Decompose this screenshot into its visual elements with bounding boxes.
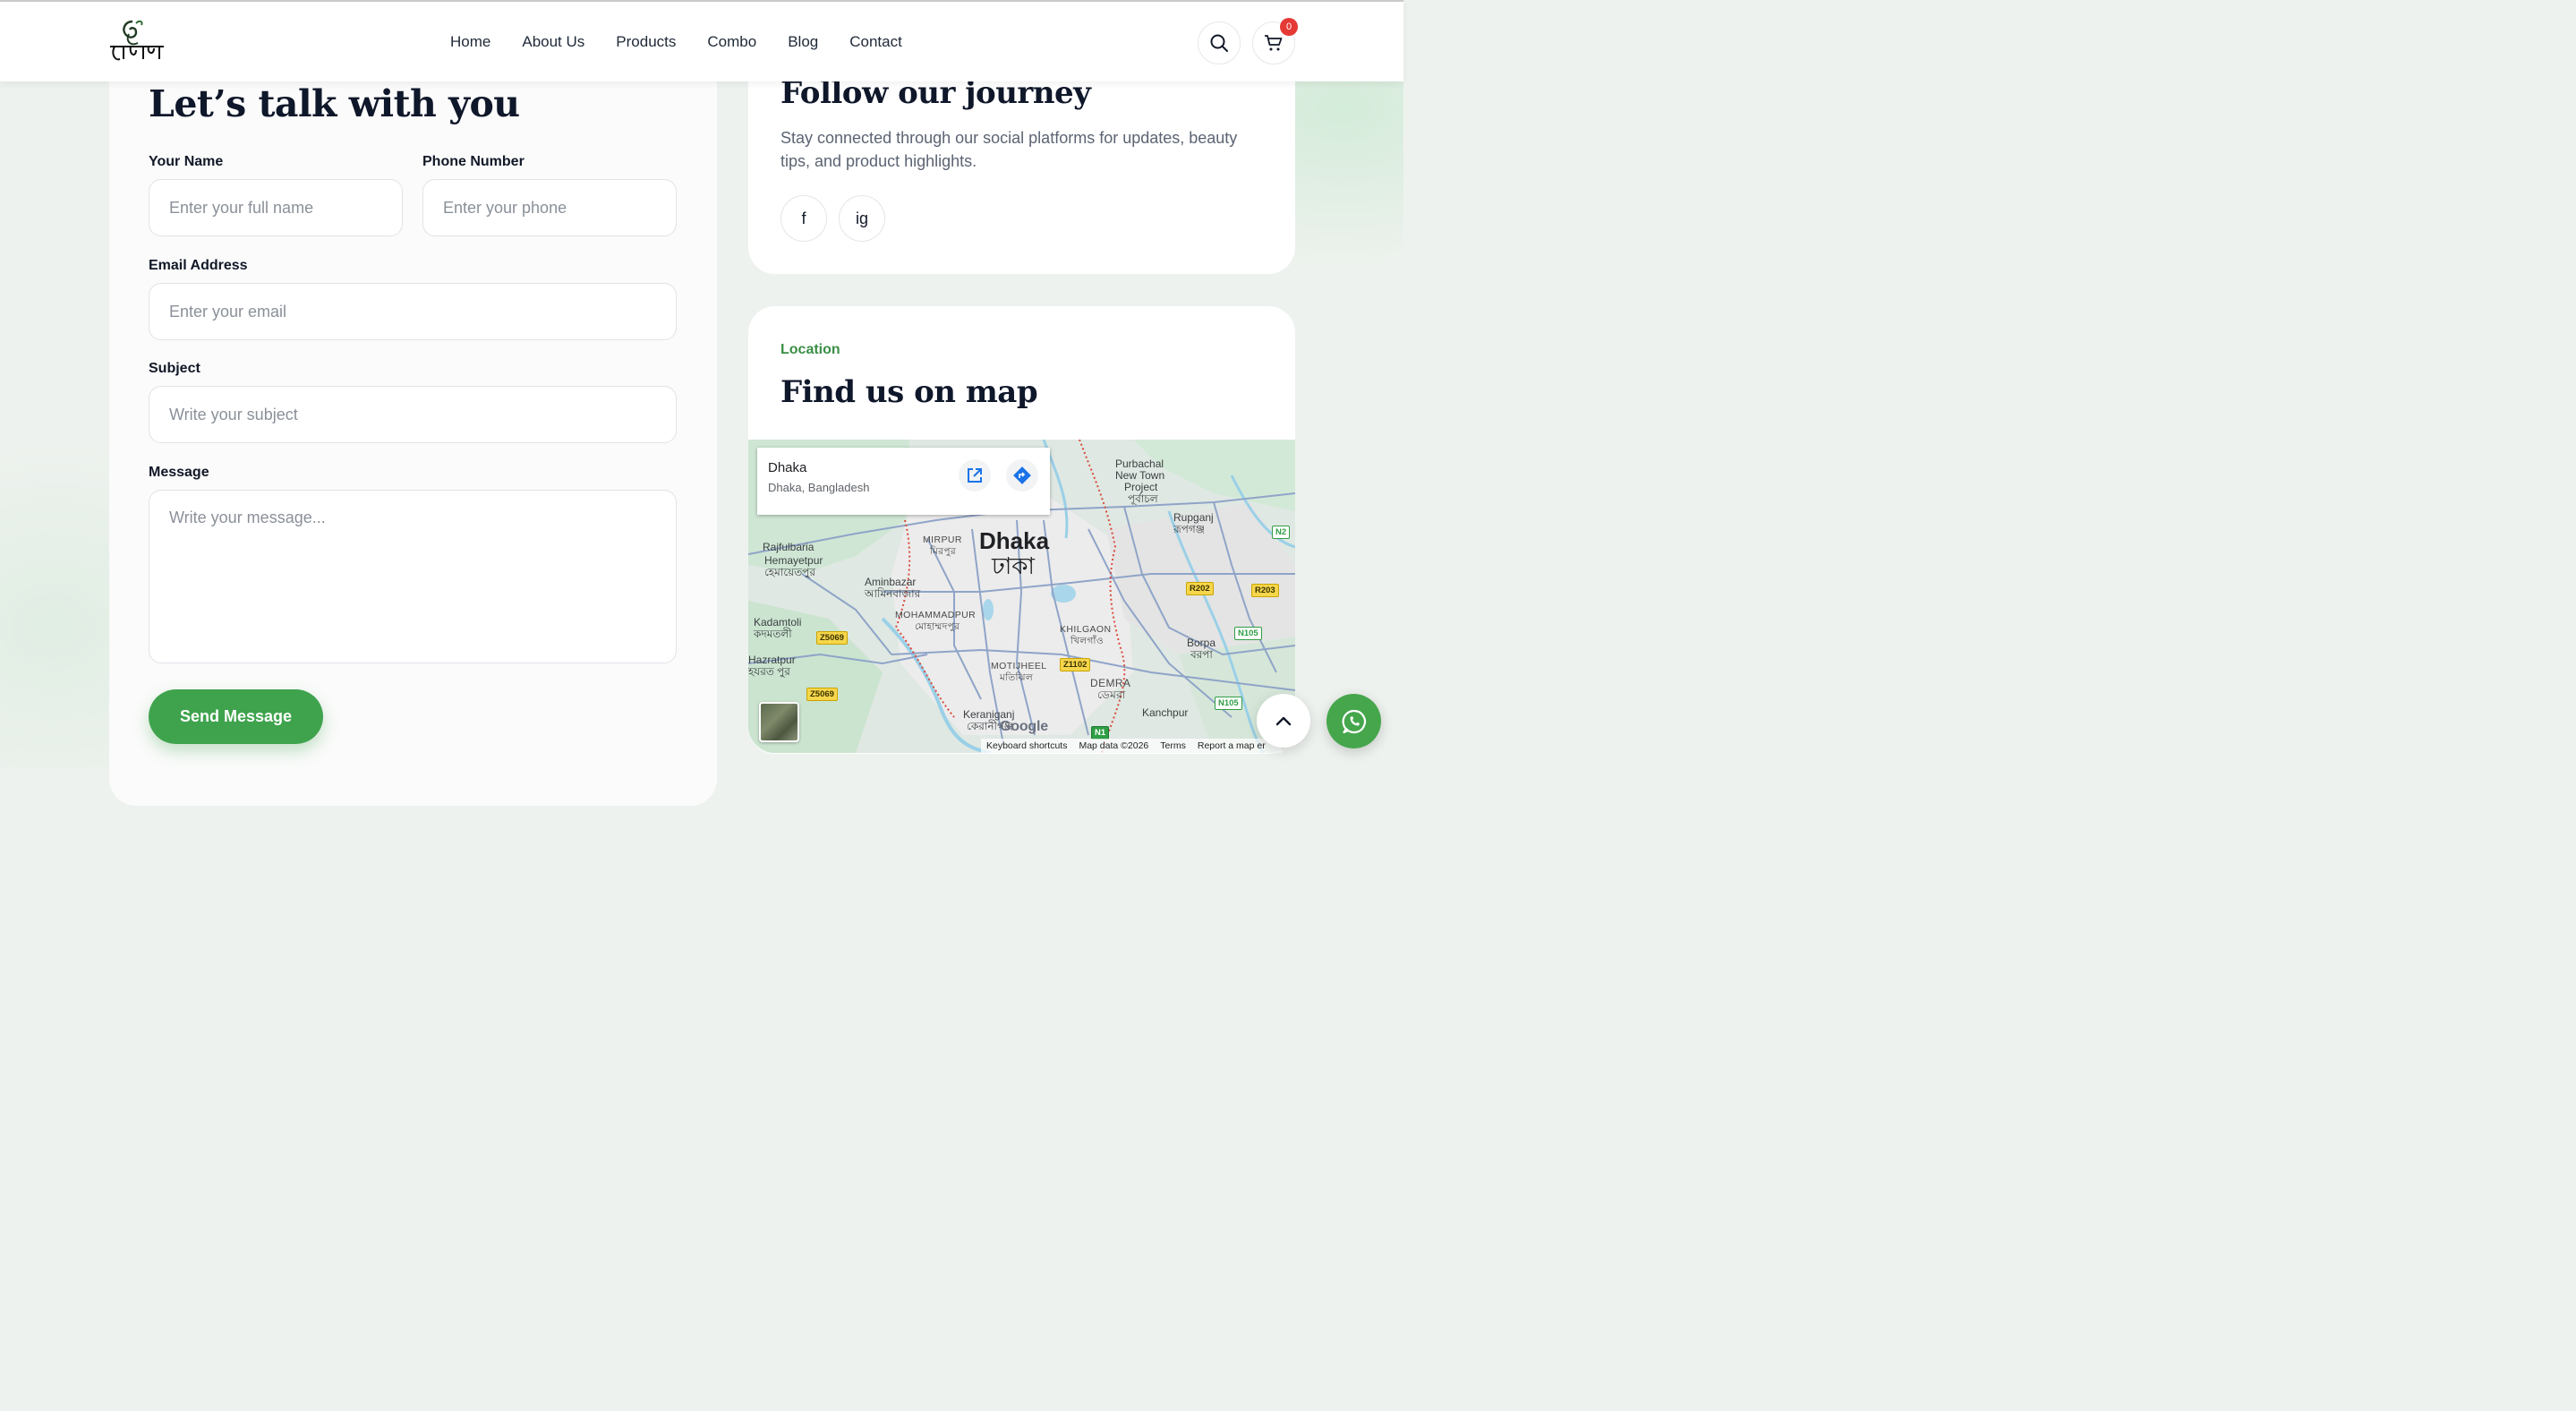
cart-count-badge: 0 xyxy=(1280,18,1298,36)
map-label-dhaka: Dhaka xyxy=(979,527,1050,554)
terms-link[interactable]: Terms xyxy=(1160,740,1186,751)
map-label-borpa: Borpa বরপা xyxy=(1187,637,1216,661)
name-label: Your Name xyxy=(149,154,224,169)
instagram-link[interactable]: ig xyxy=(839,195,885,242)
map-label-hazratpur: Hazratpur হযরত পুর xyxy=(748,654,796,678)
map-footer: Keyboard shortcuts Map data ©2026 Terms … xyxy=(981,739,1282,753)
road-tag: Z5069 xyxy=(816,631,848,645)
map-label-mirpur: MIRPUR মিরপুর xyxy=(923,534,962,557)
map-label-mohammadpur: MOHAMMADPUR মোহাম্মদপুর xyxy=(895,610,977,632)
map-label-motijheel: MOTIJHEEL মতিঝিল xyxy=(991,661,1047,683)
map-label-rupganj: Rupganj রূপগঞ্জ xyxy=(1173,511,1214,535)
google-logo: Google xyxy=(1000,719,1048,734)
map-label-aminbazar: Aminbazar আমিনবাজার xyxy=(865,576,921,600)
external-link-icon xyxy=(968,468,982,483)
nav-combo[interactable]: Combo xyxy=(707,31,756,53)
map-label-kadamtoli: Kadamtoli কদমতলী xyxy=(754,616,802,640)
map-label-kanchpur: Kanchpur xyxy=(1142,706,1189,719)
email-input[interactable] xyxy=(149,283,677,340)
map-label-demra: DEMRA ডেমরা xyxy=(1090,677,1131,701)
send-message-button[interactable]: Send Message xyxy=(149,689,323,744)
map-data-text: Map data ©2026 xyxy=(1079,740,1149,751)
map-title: Find us on map xyxy=(780,374,1038,410)
scroll-to-top-button[interactable] xyxy=(1257,694,1310,748)
nav-home[interactable]: Home xyxy=(450,31,490,53)
location-kicker: Location xyxy=(780,342,840,357)
nav-about-us[interactable]: About Us xyxy=(522,31,584,53)
road-tag: R202 xyxy=(1186,582,1214,595)
road-tag: Z1102 xyxy=(1060,658,1091,671)
name-input[interactable] xyxy=(149,179,403,236)
cart-icon xyxy=(1265,35,1283,51)
road-tag: N2 xyxy=(1272,526,1291,539)
road-tag: Z5069 xyxy=(806,688,838,701)
subject-label: Subject xyxy=(149,361,200,376)
logo-mark xyxy=(110,20,164,61)
directions-button[interactable] xyxy=(1006,459,1038,492)
chevron-up-icon xyxy=(1275,716,1292,726)
open-in-maps-button[interactable] xyxy=(959,459,991,492)
message-label: Message xyxy=(149,465,209,480)
site-logo[interactable] xyxy=(106,16,168,68)
map-label-rajfulbaria: Rajfulbaria xyxy=(763,541,815,553)
map-info-title: Dhaka xyxy=(768,460,807,475)
nav-contact[interactable]: Contact xyxy=(849,31,902,53)
satellite-toggle[interactable] xyxy=(759,702,799,742)
whatsapp-button[interactable] xyxy=(1326,694,1381,748)
map-label-dhaka-bn: ঢাকা xyxy=(992,552,1035,579)
main-nav: Home About Us Products Combo Blog Contac… xyxy=(450,31,934,53)
nav-blog[interactable]: Blog xyxy=(788,31,818,53)
road-tag: N1 xyxy=(1091,726,1110,740)
map-label-purbachal: Purbachal New Town Project পূর্বাচল xyxy=(1115,458,1165,505)
road-tag: N105 xyxy=(1234,627,1262,640)
contact-form-title: Let’s talk with you xyxy=(149,82,520,125)
road-tag: N105 xyxy=(1215,697,1242,710)
keyboard-shortcuts-link[interactable]: Keyboard shortcuts xyxy=(986,740,1067,751)
facebook-link[interactable]: f xyxy=(780,195,827,242)
subject-input[interactable] xyxy=(149,386,677,443)
whatsapp-icon xyxy=(1342,709,1366,733)
map-info-subtitle: Dhaka, Bangladesh xyxy=(768,481,870,494)
phone-label: Phone Number xyxy=(422,154,525,169)
nav-products[interactable]: Products xyxy=(616,31,676,53)
email-label: Email Address xyxy=(149,258,248,273)
search-icon xyxy=(1210,34,1228,52)
follow-description: Stay connected through our social platfo… xyxy=(780,129,1238,170)
directions-icon xyxy=(1013,466,1031,484)
road-tag: R203 xyxy=(1251,584,1279,597)
report-map-error-link[interactable]: Report a map er xyxy=(1198,740,1266,751)
message-textarea[interactable] xyxy=(149,490,677,663)
phone-input[interactable] xyxy=(422,179,677,236)
map-label-khilgaon: KHILGAON খিলগাঁও xyxy=(1060,624,1112,646)
map-label-hemayetpur: Hemayetpur হেমায়েতপুর xyxy=(764,554,823,578)
search-button[interactable] xyxy=(1198,21,1241,64)
site-header: Home About Us Products Combo Blog Contac… xyxy=(0,0,1403,81)
